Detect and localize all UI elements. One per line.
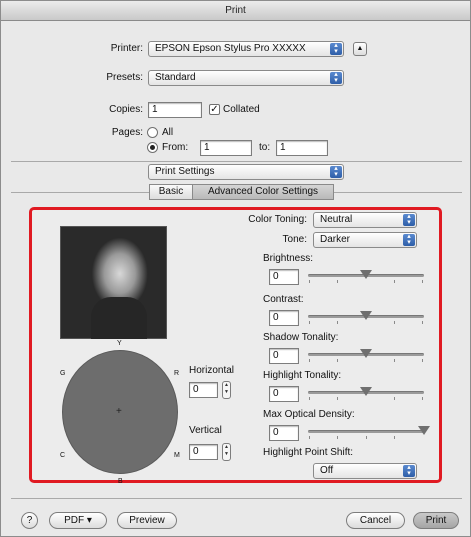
highlight-tonality-slider-thumb[interactable] bbox=[360, 387, 372, 396]
slider-tick bbox=[422, 397, 423, 400]
slider-tick bbox=[422, 280, 423, 283]
pages-to-label: to: bbox=[259, 142, 271, 153]
collated-checkbox[interactable]: ✓ bbox=[209, 104, 220, 115]
wheel-label-top: Y bbox=[117, 340, 122, 347]
slider-tick bbox=[394, 359, 395, 362]
brightness-slider-thumb[interactable] bbox=[360, 270, 372, 279]
color-toning-label: Color Toning: bbox=[248, 214, 307, 225]
presets-label: Presets: bbox=[106, 72, 143, 83]
shadow-tonality-label: Shadow Tonality: bbox=[263, 332, 339, 343]
color-toning-popup[interactable]: Neutral ▴ ▾ bbox=[313, 212, 417, 228]
preview-button[interactable]: Preview bbox=[117, 512, 177, 529]
pages-label: Pages: bbox=[111, 127, 143, 138]
print-settings-popup[interactable]: Print Settings ▴ ▾ bbox=[148, 164, 344, 180]
slider-tick bbox=[394, 397, 395, 400]
tab-advanced-color-settings[interactable]: Advanced Color Settings bbox=[192, 184, 334, 200]
copies-label: Copies: bbox=[109, 104, 143, 115]
pages-all-radio[interactable] bbox=[147, 127, 158, 138]
max-optical-density-slider-thumb[interactable] bbox=[418, 426, 430, 435]
wheel-label-top-right: R bbox=[174, 370, 180, 377]
contrast-label: Contrast: bbox=[263, 294, 304, 305]
vertical-field[interactable]: 0 bbox=[189, 444, 218, 460]
highlight-tonality-label: Highlight Tonality: bbox=[263, 370, 342, 381]
horizontal-label: Horizontal bbox=[189, 365, 235, 376]
print-settings-value: Print Settings bbox=[155, 166, 215, 177]
printer-value: EPSON Epson Stylus Pro XXXXX bbox=[155, 43, 306, 54]
slider-tick bbox=[366, 436, 367, 439]
vertical-label: Vertical bbox=[189, 425, 222, 436]
pages-from-label: From: bbox=[162, 142, 189, 153]
slider-tick bbox=[394, 321, 395, 324]
print-button[interactable]: Print bbox=[413, 512, 459, 529]
highlight-point-shift-popup[interactable]: Off ▴ ▾ bbox=[313, 463, 417, 479]
max-optical-density-label: Max Optical Density: bbox=[263, 409, 355, 420]
slider-tick bbox=[394, 280, 395, 283]
pages-to-field[interactable]: 1 bbox=[276, 140, 328, 156]
horizontal-stepper[interactable]: ▲ ▼ bbox=[222, 381, 231, 399]
pdf-menu-button[interactable]: PDF ▾ bbox=[49, 512, 107, 529]
crosshair-icon: + bbox=[116, 406, 122, 417]
slider-tick bbox=[422, 359, 423, 362]
tone-value: Darker bbox=[320, 234, 351, 245]
horizontal-field[interactable]: 0 bbox=[189, 382, 218, 398]
slider-tick bbox=[337, 397, 338, 400]
pages-from-radio[interactable] bbox=[147, 142, 158, 153]
cancel-button[interactable]: Cancel bbox=[346, 512, 405, 529]
popup-arrows-icon: ▴ ▾ bbox=[330, 165, 342, 178]
presets-value: Standard bbox=[155, 72, 196, 83]
slider-tick bbox=[309, 436, 310, 439]
contrast-field[interactable]: 0 bbox=[269, 310, 299, 326]
contrast-slider-thumb[interactable] bbox=[360, 311, 372, 320]
print-dialog: Print Printer: EPSON Epson Stylus Pro XX… bbox=[0, 0, 471, 537]
highlight-tonality-field[interactable]: 0 bbox=[269, 386, 299, 402]
slider-tick bbox=[337, 280, 338, 283]
popup-arrows-icon: ▴ ▾ bbox=[403, 464, 415, 477]
slider-tick bbox=[309, 321, 310, 324]
max-optical-density-field[interactable]: 0 bbox=[269, 425, 299, 441]
slider-tick bbox=[337, 436, 338, 439]
slider-tick bbox=[309, 359, 310, 362]
window-title: Print bbox=[1, 1, 470, 21]
preview-figure-shape bbox=[91, 297, 147, 339]
pages-all-label: All bbox=[162, 127, 174, 138]
wheel-label-bottom-right: M bbox=[174, 452, 180, 459]
divider bbox=[11, 161, 462, 162]
tone-popup[interactable]: Darker ▴ ▾ bbox=[313, 232, 417, 248]
printer-popup[interactable]: EPSON Epson Stylus Pro XXXXX ▴ ▾ bbox=[148, 41, 344, 57]
help-button[interactable]: ? bbox=[21, 512, 38, 529]
brightness-field[interactable]: 0 bbox=[269, 269, 299, 285]
disclosure-triangle-button[interactable]: ▲ bbox=[353, 42, 367, 56]
shadow-tonality-field[interactable]: 0 bbox=[269, 348, 299, 364]
slider-tick bbox=[337, 321, 338, 324]
advanced-color-settings-panel: Y G R C M B + Horizontal 0 ▲ ▼ Vertical 0… bbox=[29, 207, 442, 485]
brightness-label: Brightness: bbox=[263, 253, 314, 264]
slider-tick bbox=[337, 359, 338, 362]
tab-basic[interactable]: Basic bbox=[149, 184, 193, 200]
highlight-point-shift-value: Off bbox=[320, 465, 334, 476]
popup-arrows-icon: ▴ ▾ bbox=[403, 233, 415, 246]
collated-label: Collated bbox=[223, 104, 260, 115]
preview-image bbox=[60, 226, 167, 339]
wheel-label-bottom: B bbox=[118, 478, 123, 485]
highlight-point-shift-label: Highlight Point Shift: bbox=[263, 447, 354, 458]
slider-tick bbox=[422, 321, 423, 324]
wheel-label-bottom-left: C bbox=[60, 452, 66, 459]
slider-tick bbox=[309, 397, 310, 400]
max-optical-density-slider[interactable] bbox=[308, 430, 424, 433]
slider-tick bbox=[309, 280, 310, 283]
tone-label: Tone: bbox=[282, 234, 307, 245]
copies-field[interactable]: 1 bbox=[148, 102, 202, 118]
footer-divider bbox=[11, 498, 462, 499]
color-toning-value: Neutral bbox=[320, 214, 353, 225]
printer-label: Printer: bbox=[110, 43, 143, 54]
slider-tick bbox=[394, 436, 395, 439]
vertical-stepper[interactable]: ▲ ▼ bbox=[222, 443, 231, 461]
popup-arrows-icon: ▴ ▾ bbox=[330, 42, 342, 55]
shadow-tonality-slider-thumb[interactable] bbox=[360, 349, 372, 358]
popup-arrows-icon: ▴ ▾ bbox=[403, 213, 415, 226]
pages-from-field[interactable]: 1 bbox=[200, 140, 252, 156]
presets-popup[interactable]: Standard ▴ ▾ bbox=[148, 70, 344, 86]
popup-arrows-icon: ▴ ▾ bbox=[330, 71, 342, 84]
wheel-label-top-left: G bbox=[60, 370, 66, 377]
